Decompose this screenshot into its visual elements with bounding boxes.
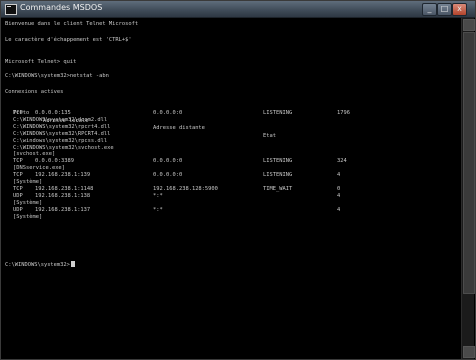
window-title: Commandes MSDOS <box>20 3 103 12</box>
local-address-cell: 192.168.238.1:137 <box>35 206 91 213</box>
close-button[interactable]: x <box>452 3 467 16</box>
minimize-button[interactable]: _ <box>422 3 437 16</box>
remote-address-cell: 0.0.0.0:0 <box>153 110 183 116</box>
state-cell: TIME_WAIT <box>263 185 293 192</box>
cmd-icon <box>5 4 17 15</box>
vertical-scrollbar[interactable] <box>461 18 475 359</box>
console-output[interactable]: Bienvenue dans le client Telnet Microsof… <box>5 21 461 357</box>
console-window: Commandes MSDOS _ □ x Bienvenue dans le … <box>0 0 476 360</box>
escape-char-line: Le caractère d'échappement est 'CTRL+$' <box>5 37 132 43</box>
state-cell: LISTENING <box>263 158 293 165</box>
telnet-prompt-line: Microsoft Telnet> quit <box>5 59 77 65</box>
banner-line: Bienvenue dans le client Telnet Microsof… <box>5 21 139 27</box>
remote-address-cell: 0.0.0.0:0 <box>153 158 183 165</box>
state-cell: LISTENING <box>263 110 293 116</box>
final-prompt-line: C:\WINDOWS\system32> <box>5 261 75 269</box>
pid-cell: 324 <box>337 158 347 165</box>
pid-cell: 4 <box>337 192 341 199</box>
local-address-cell: 192.168.238.1:139 <box>35 172 91 179</box>
pid-cell: 4 <box>337 206 341 213</box>
remote-address-cell: *:* <box>153 192 163 199</box>
detail-text: [Système] <box>13 213 43 220</box>
scroll-up-button[interactable] <box>463 19 475 31</box>
text-cursor <box>70 261 75 267</box>
scroll-down-button[interactable] <box>463 346 475 358</box>
state-cell: LISTENING <box>263 172 293 179</box>
connections-header: Connexions actives <box>5 89 64 95</box>
remote-address-cell: 0.0.0.0:0 <box>153 172 183 179</box>
pid-cell: 1796 <box>337 110 350 116</box>
maximize-button[interactable]: □ <box>437 3 452 16</box>
scroll-thumb[interactable] <box>463 32 475 294</box>
pid-cell: 4 <box>337 172 341 179</box>
prompt-text: C:\WINDOWS\system32> <box>5 262 70 268</box>
local-address-cell: 192.168.238.1:138 <box>35 192 91 199</box>
header-remote: Adresse distante <box>153 125 205 132</box>
header-state: Etat <box>263 132 276 139</box>
netstat-command-line: C:\WINDOWS\system32>netstat -abn <box>5 73 109 79</box>
remote-address-cell: *:* <box>153 206 163 213</box>
title-bar[interactable]: Commandes MSDOS _ □ x <box>1 1 475 18</box>
